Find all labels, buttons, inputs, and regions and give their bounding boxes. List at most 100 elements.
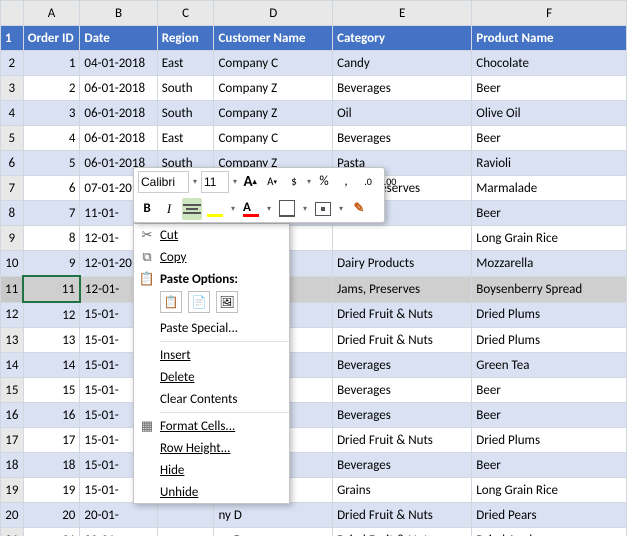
cell[interactable]: 11 — [23, 276, 80, 302]
row-header[interactable]: 2 — [1, 51, 24, 76]
decrease-font-icon[interactable]: A▾ — [263, 172, 281, 192]
cell[interactable]: Long Grain Rice — [472, 478, 627, 503]
row-header[interactable]: 10 — [1, 251, 24, 277]
paste-option-picture[interactable]: 🖼 — [216, 291, 238, 313]
cell[interactable]: Beverages — [333, 453, 472, 478]
cell[interactable]: South — [157, 76, 214, 101]
menu-cut[interactable]: ✂ Cut — [134, 224, 289, 246]
cell[interactable]: Beverages — [333, 403, 472, 428]
percent-format-icon[interactable]: % — [315, 172, 333, 192]
row-header[interactable]: 3 — [1, 76, 24, 101]
row-header[interactable]: 8 — [1, 201, 24, 226]
cell[interactable]: Dried Plums — [472, 302, 627, 328]
cell[interactable]: Beer — [472, 403, 627, 428]
cell[interactable]: Grains — [333, 478, 472, 503]
cell[interactable]: Beer — [472, 76, 627, 101]
cell[interactable]: Beer — [472, 453, 627, 478]
cell[interactable]: Company C — [214, 51, 333, 76]
cell[interactable]: Long Grain Rice — [472, 226, 627, 251]
cell[interactable]: Dried Plums — [472, 328, 627, 353]
cell[interactable]: Green Tea — [472, 353, 627, 378]
menu-clear-contents[interactable]: Clear Contents — [134, 388, 289, 410]
cell[interactable]: Candy — [333, 51, 472, 76]
cell[interactable]: 06-01-2018 — [80, 126, 157, 151]
header-cell[interactable]: Category — [333, 26, 472, 51]
cell[interactable]: 06-01-2018 — [80, 76, 157, 101]
fill-color-icon[interactable] — [206, 199, 224, 219]
increase-decimal-icon[interactable]: .00 — [381, 172, 399, 192]
bold-icon[interactable]: B — [138, 199, 156, 219]
cell[interactable]: ny D — [214, 528, 333, 536]
select-all-corner[interactable] — [1, 1, 24, 26]
cell[interactable]: 15 — [23, 378, 80, 403]
cell[interactable]: 04-01-2018 — [80, 51, 157, 76]
menu-row-height[interactable]: Row Height... — [134, 437, 289, 459]
col-header-F[interactable]: F — [472, 1, 627, 26]
cell[interactable]: Beer — [472, 126, 627, 151]
cell[interactable]: Company Z — [214, 76, 333, 101]
font-name-input[interactable] — [138, 171, 189, 193]
cell[interactable]: Marmalade — [472, 176, 627, 201]
row-header[interactable]: 18 — [1, 453, 24, 478]
row-header[interactable]: 6 — [1, 151, 24, 176]
cell[interactable]: 20 — [23, 503, 80, 528]
menu-format-cells[interactable]: ▦ Format Cells... — [134, 415, 289, 437]
cell[interactable]: Beverages — [333, 378, 472, 403]
header-cell[interactable]: Order ID — [23, 26, 80, 51]
font-size-input[interactable] — [201, 171, 229, 193]
cell[interactable]: Company Z — [214, 101, 333, 126]
merge-dropdown-icon[interactable]: ▾ — [336, 199, 346, 219]
header-cell[interactable]: Region — [157, 26, 214, 51]
cell[interactable]: Beer — [472, 378, 627, 403]
menu-unhide[interactable]: Unhide — [134, 481, 289, 503]
menu-insert[interactable]: Insert — [134, 344, 289, 366]
cell[interactable]: South — [157, 101, 214, 126]
cell[interactable]: Beverages — [333, 126, 472, 151]
fill-color-dropdown-icon[interactable]: ▾ — [228, 199, 238, 219]
increase-font-icon[interactable]: A▴ — [241, 172, 259, 192]
row-header[interactable]: 20 — [1, 503, 24, 528]
cell[interactable]: 20-01- — [80, 528, 157, 536]
cell[interactable]: Olive Oil — [472, 101, 627, 126]
cell[interactable]: 1 — [23, 51, 80, 76]
cell[interactable]: Beer — [472, 201, 627, 226]
cell[interactable]: 5 — [23, 151, 80, 176]
paste-option-default[interactable]: 📋 — [160, 291, 182, 313]
row-header[interactable]: 13 — [1, 328, 24, 353]
font-name-dropdown-icon[interactable]: ▾ — [193, 172, 197, 192]
cell[interactable]: 16 — [23, 403, 80, 428]
row-header[interactable]: 5 — [1, 126, 24, 151]
cell[interactable]: East — [157, 51, 214, 76]
cell[interactable]: ny D — [214, 503, 333, 528]
cell[interactable]: 21 — [23, 528, 80, 536]
cell[interactable]: Company C — [214, 126, 333, 151]
cell[interactable]: 6 — [23, 176, 80, 201]
header-cell[interactable]: Date — [80, 26, 157, 51]
borders-dropdown-icon[interactable]: ▾ — [300, 199, 310, 219]
row-header[interactable]: 4 — [1, 101, 24, 126]
cell[interactable]: Dried Plums — [472, 428, 627, 453]
format-painter-icon[interactable]: ✎ — [350, 199, 368, 219]
header-cell[interactable]: Product Name — [472, 26, 627, 51]
accounting-dropdown-icon[interactable]: ▾ — [307, 172, 311, 192]
row-header[interactable]: 14 — [1, 353, 24, 378]
cell[interactable]: Dried Fruit & Nuts — [333, 528, 472, 536]
row-header[interactable]: 1 — [1, 26, 24, 51]
menu-copy[interactable]: ⧉ Copy — [134, 246, 289, 268]
row-header[interactable]: 17 — [1, 428, 24, 453]
row-header[interactable]: 11 — [1, 276, 24, 302]
cell[interactable]: Chocolate — [472, 51, 627, 76]
cell[interactable]: 19 — [23, 478, 80, 503]
cell[interactable]: Jams, Preserves — [333, 276, 472, 302]
cell[interactable]: Oil — [333, 101, 472, 126]
decrease-decimal-icon[interactable]: .0 — [359, 172, 377, 192]
borders-icon[interactable] — [278, 199, 296, 219]
font-color-dropdown-icon[interactable]: ▾ — [264, 199, 274, 219]
comma-format-icon[interactable]: , — [337, 172, 355, 192]
cell[interactable]: Dried Fruit & Nuts — [333, 428, 472, 453]
row-header[interactable]: 19 — [1, 478, 24, 503]
cell[interactable]: Beverages — [333, 353, 472, 378]
row-header[interactable]: 21 — [1, 528, 24, 536]
cell[interactable]: 13 — [23, 328, 80, 353]
cell[interactable]: 9 — [23, 251, 80, 277]
